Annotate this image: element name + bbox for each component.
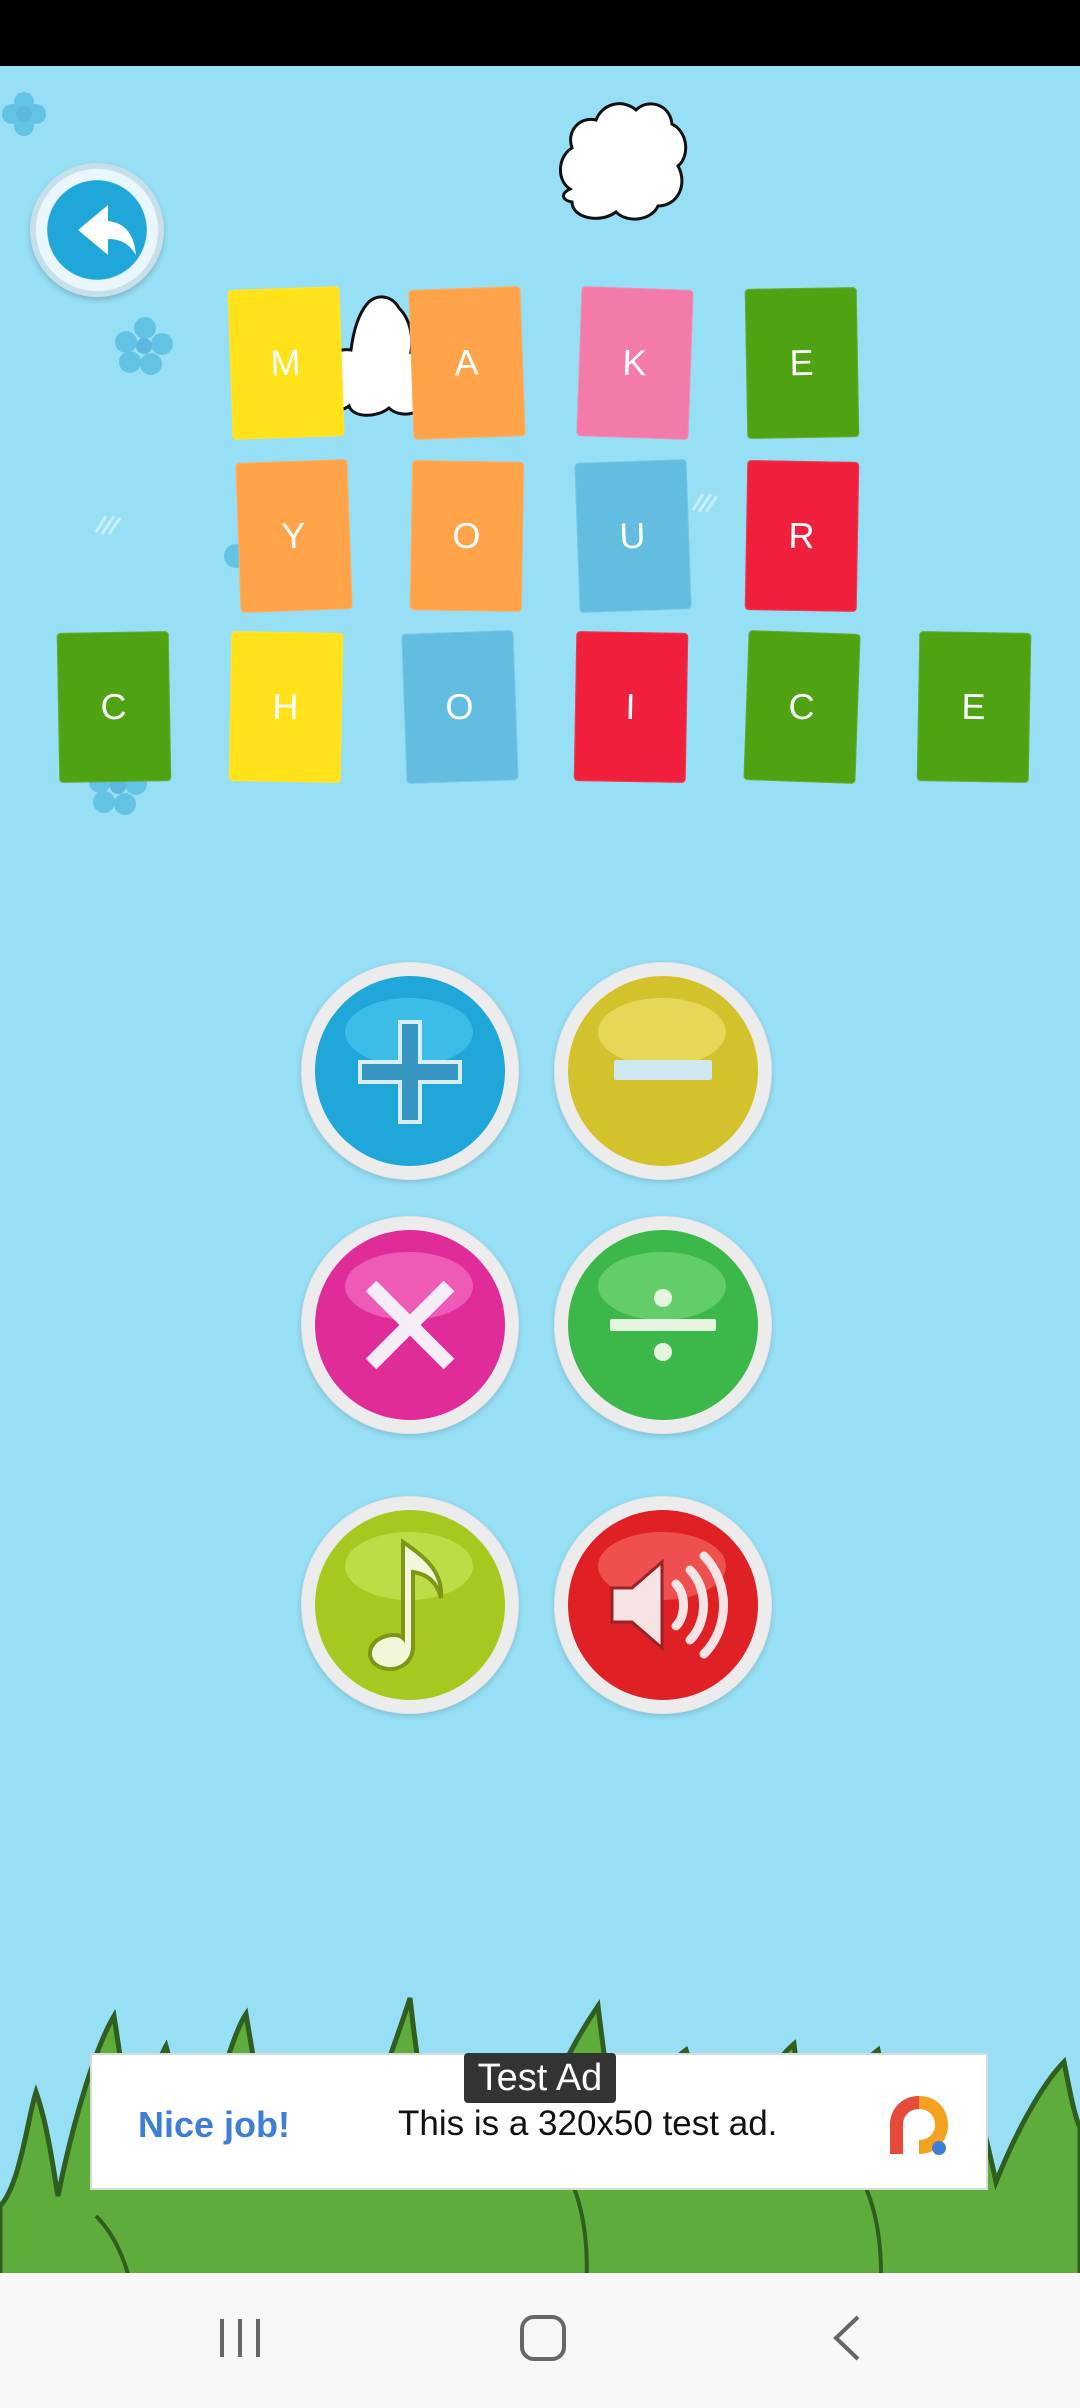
title-letter-tile: A xyxy=(408,286,526,440)
flower-decoration xyxy=(2,92,46,136)
cloud-icon xyxy=(559,102,688,221)
sound-button[interactable] xyxy=(554,1496,772,1714)
title-letter-tile: O xyxy=(401,630,519,784)
back-button[interactable] xyxy=(30,163,164,297)
title-letter-tile: C xyxy=(743,630,861,784)
flower-decoration xyxy=(115,317,173,375)
times-icon xyxy=(315,1230,505,1420)
plus-icon xyxy=(315,976,505,1166)
division-button[interactable] xyxy=(554,1216,772,1434)
addition-button[interactable] xyxy=(301,962,519,1180)
title-letter-tile: Y xyxy=(235,459,353,613)
title-letter-tile: C xyxy=(56,631,172,783)
title-letter-tile: H xyxy=(228,631,344,783)
title-letter-tile: U xyxy=(574,459,692,613)
back-nav-icon[interactable] xyxy=(812,2303,882,2373)
recent-apps-icon[interactable] xyxy=(206,2303,276,2373)
title-letter-tile: K xyxy=(576,286,694,440)
ad-label: Test Ad xyxy=(464,2053,616,2103)
music-note-icon xyxy=(315,1510,505,1700)
multiplication-button[interactable] xyxy=(301,1216,519,1434)
title-letter-tile: O xyxy=(409,460,525,612)
title-letter-tile: M xyxy=(227,286,345,440)
home-icon[interactable] xyxy=(508,2303,578,2373)
game-scene: MAKEYOURCHOICE xyxy=(0,66,1080,2273)
title-letter-tile: E xyxy=(916,631,1032,783)
subtraction-button[interactable] xyxy=(554,962,772,1180)
speaker-icon xyxy=(568,1510,758,1700)
minus-icon xyxy=(568,976,758,1166)
ad-cta-text[interactable]: Nice job! xyxy=(138,2104,290,2146)
back-arrow-icon xyxy=(78,205,136,255)
ad-logo-icon xyxy=(890,2096,948,2155)
status-bar xyxy=(0,0,1080,66)
title-letter-tile: I xyxy=(573,631,689,783)
scribble-decoration xyxy=(94,515,122,535)
scribble-decoration xyxy=(691,493,719,513)
divide-icon xyxy=(568,1230,758,1420)
ad-body-text[interactable]: This is a 320x50 test ad. xyxy=(398,2104,777,2144)
title-letter-tile: E xyxy=(744,287,860,439)
music-button[interactable] xyxy=(301,1496,519,1714)
title-letter-tile: R xyxy=(744,460,860,612)
